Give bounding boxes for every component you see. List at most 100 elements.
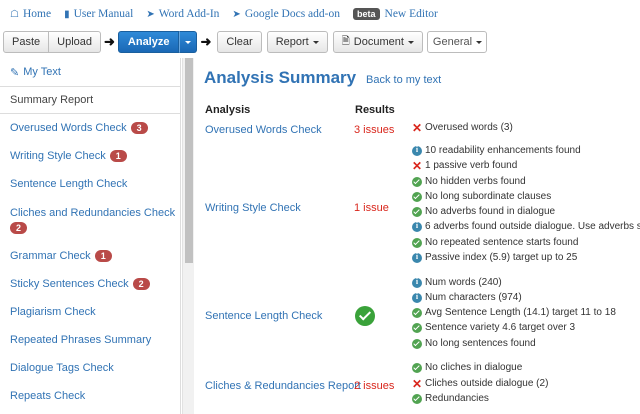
detail-text: 6 adverbs found outside dialogue. Use ad… (425, 221, 640, 232)
sidebar-item-writing-style[interactable]: Writing Style Check 1 (0, 142, 180, 170)
nav-home-label: Home (22, 8, 52, 20)
sidebar-item-label: My Text (23, 66, 61, 78)
scrollbar-thumb[interactable] (185, 58, 193, 263)
report-dropdown-button[interactable]: Report (266, 31, 328, 53)
sentence-length-check-link[interactable]: Sentence Length Check (205, 310, 322, 322)
overused-words-check-link[interactable]: Overused Words Check (205, 124, 322, 136)
sidebar-item-label: Grammar Check (10, 250, 91, 262)
detail-text: 10 readability enhancements found (425, 145, 581, 156)
sidebar-item-sentence-length[interactable]: Sentence Length Check (0, 170, 180, 198)
sidebar-item-label: Sticky Sentences Check (10, 278, 129, 290)
info-icon (412, 145, 422, 156)
detail-item: No long subordinate clauses (412, 189, 551, 204)
caret-down-icon (312, 40, 319, 44)
check-circle-icon (412, 176, 422, 187)
cliches-redundancies-report-link[interactable]: Cliches & Redundancies Report (205, 380, 361, 392)
cliches-result: 2 issues (354, 380, 395, 392)
beta-badge: beta (353, 8, 380, 20)
detail-text: Cliches outside dialogue (2) (425, 378, 549, 389)
sidebar-item-repeated-phrases[interactable]: Repeated Phrases Summary (0, 326, 180, 354)
paste-button[interactable]: Paste (3, 31, 50, 53)
info-icon (412, 292, 422, 303)
check-circle-icon (412, 338, 422, 349)
sidebar-item-grammar[interactable]: Grammar Check 1 (0, 242, 180, 270)
clear-button[interactable]: Clear (217, 31, 262, 53)
detail-text: Avg Sentence Length (14.1) target 11 to … (425, 307, 616, 318)
nav-google-docs-label: Google Docs add-on (244, 8, 340, 20)
caret-down-icon (476, 40, 483, 44)
general-select-value: General (432, 36, 473, 48)
check-circle-icon (412, 362, 422, 373)
issue-count-badge: 3 (130, 122, 148, 134)
detail-item: ✕ 1 passive verb found (412, 158, 517, 173)
nav-word-addin-link[interactable]: ➤ Word Add-In (146, 8, 219, 20)
detail-text: Num words (240) (425, 277, 502, 288)
sidebar-item-sticky-sentences[interactable]: Sticky Sentences Check 2 (0, 270, 180, 298)
issue-count-badge: 2 (132, 278, 150, 290)
general-select[interactable]: General (426, 31, 487, 53)
home-icon: ☖ (10, 8, 19, 20)
error-x-icon: ✕ (412, 120, 423, 135)
nav-user-manual-link[interactable]: ▮ User Manual (64, 8, 133, 20)
detail-text: Sentence variety 4.6 target over 3 (425, 322, 576, 333)
info-icon (412, 277, 422, 288)
check-circle-icon (412, 393, 422, 404)
nav-new-editor-link[interactable]: beta New Editor (353, 8, 438, 20)
overused-words-result: 3 issues (354, 124, 395, 136)
issue-count-badge: 1 (109, 150, 127, 162)
detail-text: No long sentences found (425, 338, 536, 349)
analyze-dropdown-button[interactable] (179, 31, 198, 53)
detail-item: Num characters (974) (412, 290, 522, 305)
info-icon (412, 221, 422, 232)
sidebar-item-label: Plagiarism Check (10, 306, 96, 318)
writing-style-check-link[interactable]: Writing Style Check (205, 202, 301, 214)
nav-home-link[interactable]: ☖ Home (10, 8, 51, 20)
caret-down-icon (407, 40, 414, 44)
sidebar-item-my-text[interactable]: ✎ My Text (0, 58, 180, 86)
detail-item: Num words (240) (412, 275, 502, 290)
error-x-icon: ✕ (412, 376, 423, 391)
writing-style-result: 1 issue (354, 202, 389, 214)
page-title: Analysis Summary (204, 68, 357, 87)
nav-new-editor-label: New Editor (384, 8, 438, 20)
nav-user-manual-label: User Manual (73, 8, 134, 20)
sidebar-item-summary-report[interactable]: Summary Report (0, 86, 180, 114)
document-label: Document (353, 36, 404, 48)
info-icon (412, 252, 422, 263)
check-circle-icon (412, 237, 422, 248)
document-dropdown-button[interactable]: 🗎 Document (332, 31, 423, 53)
document-icon: 🗎 (341, 35, 350, 47)
detail-item: 6 adverbs found outside dialogue. Use ad… (412, 219, 640, 234)
detail-item: No cliches in dialogue (412, 360, 522, 375)
sidebar-item-dialogue-tags[interactable]: Dialogue Tags Check (0, 354, 180, 382)
results-column-header: Results (355, 104, 395, 116)
sidebar-item-label: Overused Words Check (10, 122, 127, 134)
sidebar-item-cliches[interactable]: Cliches and Redundancies Check 2 (0, 198, 180, 242)
arrow-right-icon: ➜ (104, 34, 115, 49)
check-circle-icon (412, 206, 422, 217)
pass-check-icon (355, 306, 375, 326)
nav-google-docs-link[interactable]: ➤ Google Docs add-on (232, 8, 340, 20)
issue-count-badge: 1 (94, 250, 112, 262)
sidebar-item-plagiarism[interactable]: Plagiarism Check (0, 298, 180, 326)
detail-text: No long subordinate clauses (425, 191, 552, 202)
toolbar: Paste Upload ➜ Analyze ➜ Clear Report 🗎 … (0, 29, 640, 55)
sidebar-item-label: Repeats Check (10, 390, 86, 402)
edit-icon: ✎ (10, 66, 20, 79)
analyze-button[interactable]: Analyze (117, 31, 180, 53)
upload-button[interactable]: Upload (49, 31, 101, 53)
main-content: Analysis Summary Back to my text Analysi… (204, 58, 640, 414)
sidebar: ✎ My Text Summary Report Overused Words … (0, 58, 181, 414)
detail-text: Redundancies (425, 393, 489, 404)
top-nav: ☖ Home ▮ User Manual ➤ Word Add-In ➤ Goo… (0, 0, 640, 28)
detail-item: ✕ Overused words (3) (412, 120, 513, 135)
detail-text: No cliches in dialogue (425, 362, 523, 373)
detail-item: Sentence variety 4.6 target over 3 (412, 320, 575, 335)
sidebar-item-label: Cliches and Redundancies Check (10, 206, 176, 219)
sidebar-item-repeats[interactable]: Repeats Check (0, 382, 180, 410)
sidebar-item-label: Writing Style Check (10, 150, 106, 162)
sidebar-scrollbar[interactable] (182, 58, 194, 414)
sidebar-item-overused-words[interactable]: Overused Words Check 3 (0, 114, 180, 142)
detail-item: No hidden verbs found (412, 174, 526, 189)
back-to-text-link[interactable]: Back to my text (366, 74, 441, 86)
